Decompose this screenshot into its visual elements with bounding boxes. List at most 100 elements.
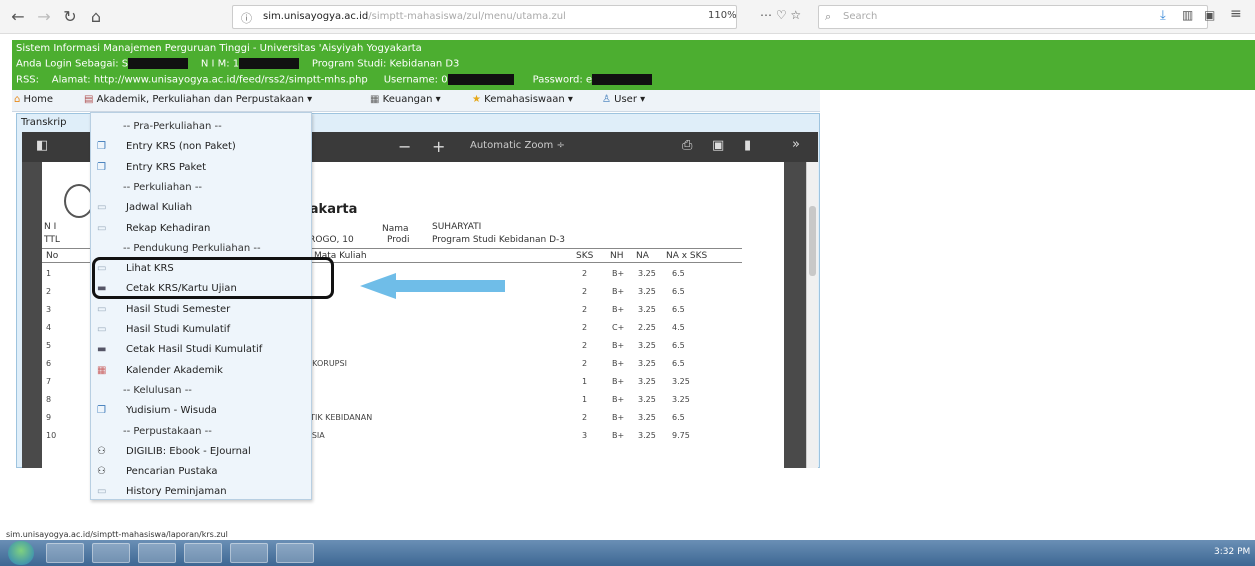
cell-sks: 2 [582, 269, 588, 278]
menu-akademik[interactable]: ▤ Akademik, Perkuliahan dan Perpustakaan… [84, 94, 312, 105]
cell-nax: 4.5 [672, 323, 685, 332]
cell-no: 3 [46, 305, 52, 314]
menu-user[interactable]: ♙ User ▾ [602, 94, 645, 105]
dropdown-item[interactable]: ❐ Yudisium - Wisuda [91, 401, 311, 422]
cell-na: 3.25 [638, 431, 656, 440]
taskbar-app-excel[interactable] [138, 543, 176, 563]
cell-nax: 3.25 [672, 395, 690, 404]
cell-no: 6 [46, 359, 52, 368]
info-icon[interactable]: ⓘ [241, 10, 252, 26]
dropdown-item[interactable]: ⚇ DIGILIB: Ebook - EJournal [91, 442, 311, 463]
dropdown-item[interactable]: ▭ History Peminjaman [91, 482, 311, 503]
home-icon: ⌂ [14, 94, 21, 105]
save-icon[interactable]: ▣ [712, 138, 724, 153]
cell-nh: C+ [612, 323, 625, 332]
address-bar[interactable]: ⓘ sim.unisayogya.ac.id/simptt-mahasiswa/… [232, 5, 737, 29]
cell-na: 3.25 [638, 341, 656, 350]
cell-nh: B+ [612, 305, 625, 314]
dropdown-item-label: Hasil Studi Kumulatif [126, 324, 231, 335]
forward-arrow-icon[interactable]: → [34, 7, 54, 27]
dropdown-item[interactable]: ❐ Entry KRS Paket [91, 158, 311, 179]
taskbar-app-word[interactable] [184, 543, 222, 563]
zoom-select[interactable]: Automatic Zoom ÷ [470, 140, 565, 151]
dropdown-item[interactable]: ⚇ Pencarian Pustaka [91, 462, 311, 483]
cell-nh: B+ [612, 287, 625, 296]
cell-sks: 2 [582, 305, 588, 314]
dropdown-item-label: Yudisium - Wisuda [126, 405, 217, 417]
taskbar-app-chrome[interactable] [92, 543, 130, 563]
menu-section-header: -- Pra-Perkuliahan -- [91, 117, 311, 138]
sidebar-icon[interactable]: ▣ [1204, 8, 1215, 22]
document-icon: ❐ [97, 141, 106, 153]
cell-nax: 6.5 [672, 305, 685, 314]
cell-nh: B+ [612, 377, 625, 386]
browser-toolbar: ← → ↻ ⌂ ⓘ sim.unisayogya.ac.id/simptt-ma… [0, 0, 1255, 34]
dropdown-item-label: Kalender Akademik [126, 364, 223, 376]
sidebar-toggle-icon[interactable]: ◧ [36, 138, 48, 153]
cell-na: 3.25 [638, 377, 656, 386]
cell-no: 10 [46, 431, 57, 440]
scrollbar-thumb[interactable] [809, 206, 816, 276]
calendar-icon: ▦ [97, 364, 107, 376]
ledger-icon: ▦ [370, 94, 380, 105]
dropdown-item-label: Entry KRS Paket [126, 161, 207, 173]
status-bar-url: sim.unisayogya.ac.id/simptt-mahasiswa/la… [6, 530, 228, 539]
home-icon[interactable]: ⌂ [86, 7, 106, 27]
app-header: Sistem Informasi Manajemen Perguruan Tin… [12, 40, 1255, 90]
cell-sks: 2 [582, 287, 588, 296]
dropdown-item[interactable]: ▭ Rekap Kehadiran [91, 219, 311, 240]
search-input[interactable]: ⌕ Search [818, 5, 1208, 29]
dropdown-item[interactable]: ▭ Hasil Studi Semester [91, 300, 311, 321]
menu-section-header: -- Perpustakaan -- [91, 422, 311, 443]
dropdown-item-label: Rekap Kehadiran [126, 222, 211, 234]
library-icon[interactable]: ▥ [1182, 8, 1193, 22]
akademik-dropdown-menu: -- Pra-Perkuliahan -- ❐ Entry KRS (non Pak… [90, 112, 312, 500]
more-tools-icon[interactable]: » [792, 137, 800, 152]
cell-no: 4 [46, 323, 52, 332]
page-actions-icon[interactable]: ⋯ ♡ ☆ [760, 8, 801, 22]
taskbar-app-explorer[interactable] [230, 543, 268, 563]
cell-nax: 6.5 [672, 341, 685, 350]
cell-na: 3.25 [638, 413, 656, 422]
section-label: -- Pra-Perkuliahan -- [123, 121, 222, 132]
download-icon[interactable]: ⤓ [1160, 8, 1166, 23]
taskbar-app-1[interactable] [46, 543, 84, 563]
system-title: Sistem Informasi Manajemen Perguruan Tin… [16, 43, 422, 54]
rss-info: RSS: Alamat: http://www.unisayogya.ac.id… [16, 74, 653, 86]
windows-taskbar: 3:32 PM [0, 540, 1255, 566]
back-arrow-icon[interactable]: ← [8, 7, 28, 27]
section-label: -- Pendukung Perkuliahan -- [123, 242, 261, 254]
dropdown-item[interactable]: ▭ Hasil Studi Kumulatif [91, 320, 311, 341]
search-icon: ⌕ [825, 10, 832, 23]
dropdown-item[interactable]: ❐ Entry KRS (non Paket) [91, 137, 311, 158]
cell-sks: 1 [582, 377, 588, 386]
section-label: -- Perkuliahan -- [123, 181, 203, 193]
cell-nax: 3.25 [672, 377, 690, 386]
hamburger-menu-icon[interactable]: ≡ [1230, 6, 1242, 22]
zoom-in-icon[interactable]: + [432, 137, 445, 156]
section-label: -- Perpustakaan -- [123, 425, 212, 437]
menu-section-header: -- Kelulusan -- [91, 381, 311, 402]
menu-section-header: -- Perkuliahan -- [91, 178, 311, 199]
taskbar-app-6[interactable] [276, 543, 314, 563]
user-icon: ♙ [602, 94, 611, 105]
zoom-level[interactable]: 110% [708, 10, 737, 21]
page-icon: ▭ [97, 324, 107, 335]
dropdown-item[interactable]: ▭ Jadwal Kuliah [91, 198, 311, 219]
dropdown-item[interactable]: ▦ Kalender Akademik [91, 361, 311, 382]
bookmark-icon[interactable]: ▮ [744, 138, 751, 153]
cell-no: 2 [46, 287, 52, 296]
reload-icon[interactable]: ↻ [60, 7, 80, 27]
menu-keuangan[interactable]: ▦ Keuangan ▾ [370, 94, 441, 105]
pdf-scrollbar[interactable] [806, 162, 818, 468]
zoom-out-icon[interactable]: − [398, 137, 411, 156]
print-icon[interactable]: ⎙ [682, 138, 692, 153]
page-icon: ▭ [97, 202, 107, 214]
dropdown-item[interactable]: ▬ Cetak Hasil Studi Kumulatif [91, 340, 311, 361]
cell-no: 8 [46, 395, 52, 404]
menu-home[interactable]: ⌂ Home [14, 94, 53, 105]
tab-transkrip[interactable]: Transkrip [21, 117, 66, 128]
start-button[interactable] [8, 541, 34, 565]
books-icon: ▤ [84, 94, 94, 105]
menu-kemahasiswaan[interactable]: ★ Kemahasiswaan ▾ [472, 94, 573, 105]
